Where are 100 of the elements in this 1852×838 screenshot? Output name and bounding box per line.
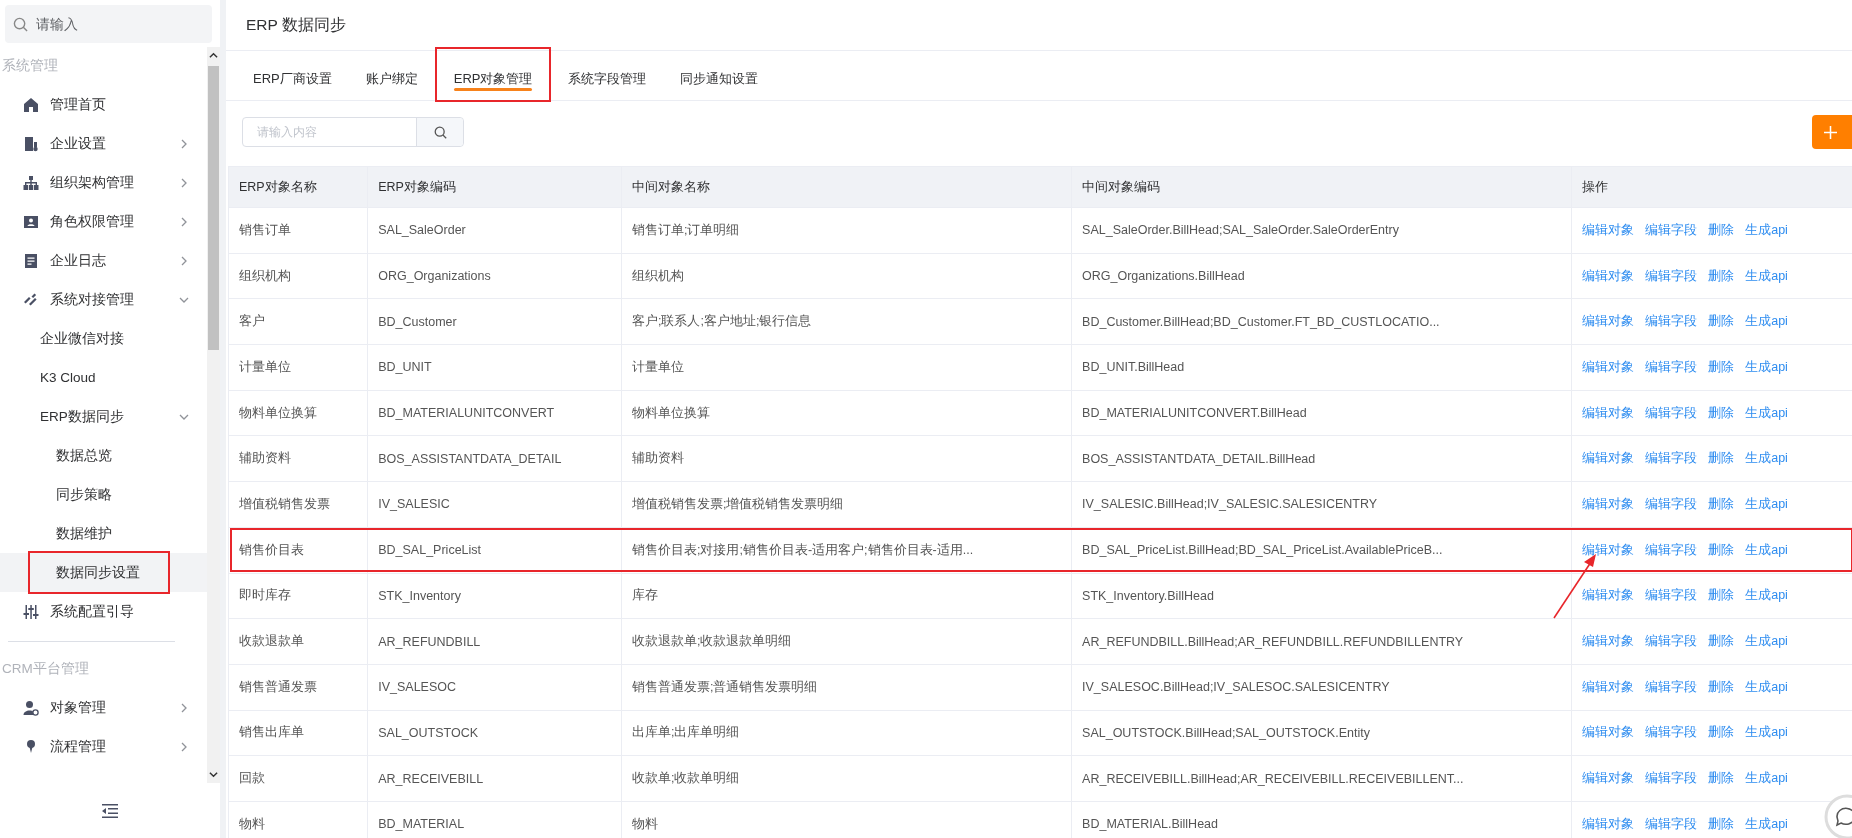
menu-item[interactable]: 流程管理 (0, 727, 207, 766)
action-link[interactable]: 生成api (1745, 587, 1788, 605)
menu-item[interactable]: 角色权限管理 (0, 202, 207, 241)
action-link[interactable]: 编辑字段 (1645, 404, 1698, 422)
action-link[interactable]: 编辑对象 (1582, 221, 1635, 239)
menu-item[interactable]: K3 Cloud (0, 358, 207, 397)
menu-item[interactable]: 企业设置 (0, 124, 207, 163)
tab[interactable]: 账户绑定 (348, 57, 435, 100)
menu-item[interactable]: ERP数据同步 (0, 397, 207, 436)
action-link[interactable]: 删除 (1708, 587, 1735, 605)
action-link[interactable]: 删除 (1708, 633, 1735, 651)
action-link[interactable]: 生成api (1745, 404, 1788, 422)
action-link[interactable]: 删除 (1708, 358, 1735, 376)
tab[interactable]: ERP对象管理 (436, 49, 550, 100)
table-cell: 即时库存 (228, 573, 368, 619)
table-cell: BD_MATERIALUNITCONVERT (367, 390, 622, 436)
search-button[interactable] (416, 118, 463, 146)
action-link[interactable]: 编辑字段 (1645, 633, 1698, 651)
chevron-right-icon[interactable] (179, 741, 189, 752)
action-link[interactable]: 编辑字段 (1645, 450, 1698, 468)
tab[interactable]: ERP厂商设置 (236, 57, 349, 100)
action-link[interactable]: 编辑对象 (1582, 313, 1635, 331)
action-link[interactable]: 删除 (1708, 495, 1735, 513)
search-input[interactable]: 请输入内容 (243, 118, 416, 146)
action-link[interactable]: 生成api (1745, 633, 1788, 651)
action-link[interactable]: 编辑对象 (1582, 541, 1635, 559)
action-link[interactable]: 生成api (1745, 221, 1788, 239)
chevron-right-icon[interactable] (179, 216, 189, 227)
search-input[interactable]: 请输入 (34, 15, 188, 33)
menu-item[interactable]: 管理首页 (0, 85, 207, 124)
menu-item[interactable]: 数据总览 (0, 436, 207, 475)
action-link[interactable]: 生成api (1745, 313, 1788, 331)
action-link[interactable]: 编辑对象 (1582, 587, 1635, 605)
action-link[interactable]: 生成api (1745, 724, 1788, 742)
plus-icon (1824, 125, 1837, 139)
action-link[interactable]: 编辑对象 (1582, 770, 1635, 788)
action-link[interactable]: 删除 (1708, 770, 1735, 788)
action-link[interactable]: 删除 (1708, 678, 1735, 696)
action-link[interactable]: 编辑字段 (1645, 678, 1698, 696)
action-link[interactable]: 编辑对象 (1582, 495, 1635, 513)
chevron-right-icon[interactable] (179, 177, 189, 188)
action-link[interactable]: 删除 (1708, 313, 1735, 331)
chevron-right-icon[interactable] (179, 255, 189, 266)
add-button[interactable] (1812, 115, 1852, 149)
action-link[interactable]: 编辑对象 (1582, 404, 1635, 422)
action-link[interactable]: 删除 (1708, 541, 1735, 559)
menu-item[interactable]: 数据同步设置 (0, 553, 207, 592)
action-link[interactable]: 生成api (1745, 815, 1788, 833)
menu-item[interactable]: 对象管理 (0, 688, 207, 727)
action-link[interactable]: 生成api (1745, 770, 1788, 788)
action-link[interactable]: 编辑字段 (1645, 358, 1698, 376)
menu-item[interactable]: 企业日志 (0, 241, 207, 280)
menu-item[interactable]: 系统配置引导 (0, 592, 207, 631)
action-link[interactable]: 编辑对象 (1582, 815, 1635, 833)
action-link[interactable]: 生成api (1745, 450, 1788, 468)
action-link[interactable]: 编辑对象 (1582, 633, 1635, 651)
action-link[interactable]: 删除 (1708, 267, 1735, 285)
action-link[interactable]: 生成api (1745, 678, 1788, 696)
action-link[interactable]: 编辑字段 (1645, 587, 1698, 605)
collapse-menu-icon[interactable] (102, 803, 118, 818)
action-link[interactable]: 编辑字段 (1645, 495, 1698, 513)
column-header: 中间对象名称 (621, 166, 1072, 208)
action-link[interactable]: 编辑对象 (1582, 267, 1635, 285)
menu-item[interactable]: 系统对接管理 (0, 280, 207, 319)
scroll-down-icon[interactable] (209, 770, 218, 779)
table-cell: IV_SALESIC (367, 481, 622, 528)
action-link[interactable]: 编辑字段 (1645, 724, 1698, 742)
action-link[interactable]: 生成api (1745, 541, 1788, 559)
search-field[interactable]: 请输入 (5, 5, 212, 43)
action-link[interactable]: 编辑字段 (1645, 541, 1698, 559)
action-link[interactable]: 编辑对象 (1582, 450, 1635, 468)
action-link[interactable]: 删除 (1708, 815, 1735, 833)
action-link[interactable]: 删除 (1708, 450, 1735, 468)
chevron-right-icon[interactable] (179, 702, 189, 713)
scrollbar[interactable] (207, 47, 220, 783)
action-link[interactable]: 删除 (1708, 724, 1735, 742)
action-link[interactable]: 删除 (1708, 221, 1735, 239)
menu-item[interactable]: 数据维护 (0, 514, 207, 553)
action-link[interactable]: 编辑字段 (1645, 770, 1698, 788)
action-link[interactable]: 编辑字段 (1645, 815, 1698, 833)
action-link[interactable]: 生成api (1745, 358, 1788, 376)
scrollbar-thumb[interactable] (208, 66, 219, 350)
action-link[interactable]: 删除 (1708, 404, 1735, 422)
action-link[interactable]: 编辑字段 (1645, 221, 1698, 239)
action-link[interactable]: 编辑对象 (1582, 358, 1635, 376)
table-cell: 销售价目表 (228, 527, 368, 573)
action-link[interactable]: 编辑字段 (1645, 313, 1698, 331)
scroll-up-icon[interactable] (209, 51, 218, 60)
search-field[interactable]: 请输入内容 (242, 117, 464, 147)
action-link[interactable]: 生成api (1745, 267, 1788, 285)
action-link[interactable]: 编辑字段 (1645, 267, 1698, 285)
chevron-right-icon[interactable] (179, 138, 189, 149)
menu-item[interactable]: 企业微信对接 (0, 319, 207, 358)
action-link[interactable]: 生成api (1745, 495, 1788, 513)
tab[interactable]: 系统字段管理 (551, 57, 664, 100)
menu-item[interactable]: 同步策略 (0, 475, 207, 514)
action-link[interactable]: 编辑对象 (1582, 678, 1635, 696)
menu-item[interactable]: 组织架构管理 (0, 163, 207, 202)
action-link[interactable]: 编辑对象 (1582, 724, 1635, 742)
tab[interactable]: 同步通知设置 (663, 57, 776, 100)
